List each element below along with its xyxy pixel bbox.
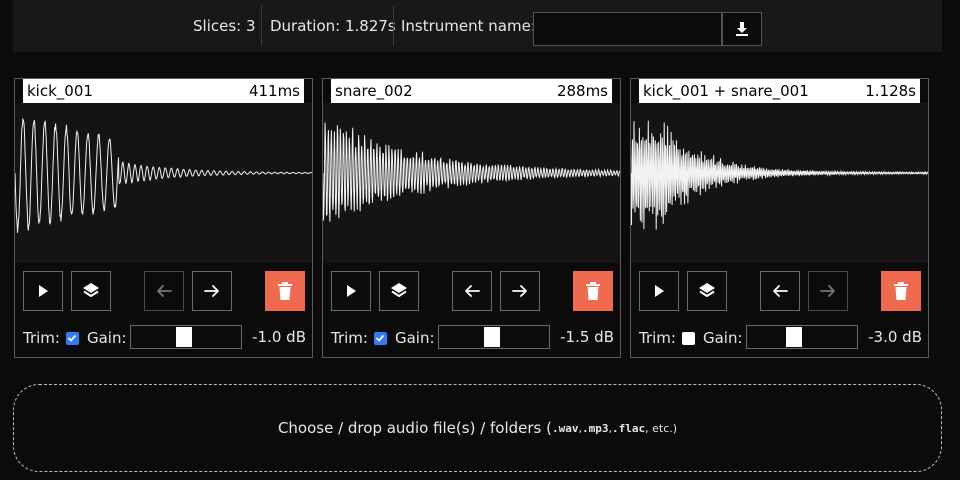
arrow-right-icon	[820, 285, 835, 297]
top-bar: Slices: 3 Duration: 1.827s Instrument na…	[13, 0, 942, 52]
waveform-display[interactable]	[323, 103, 620, 263]
total-duration: Duration: 1.827s	[270, 17, 396, 35]
slice-card: kick_001 + snare_001 1.128s Trim: Gain: …	[630, 78, 929, 358]
gain-slider[interactable]	[438, 325, 550, 349]
slice-name: kick_001 + snare_001	[643, 82, 809, 100]
drop-text-end: , etc.)	[645, 421, 678, 435]
slice-name: snare_002	[335, 82, 413, 100]
delete-button[interactable]	[881, 271, 921, 311]
ext-flac: .flac	[612, 421, 646, 435]
waveform-graphic	[15, 117, 312, 233]
download-button[interactable]	[722, 12, 762, 46]
slice-length: 411ms	[248, 82, 300, 100]
trim-label: Trim:	[23, 329, 60, 347]
arrow-left-icon	[773, 285, 788, 297]
ext-mp3: .mp3	[582, 421, 609, 435]
trim-checkbox[interactable]	[65, 331, 79, 345]
slice-name: kick_001	[27, 82, 93, 100]
arrow-left-icon	[465, 285, 480, 297]
layers-icon	[83, 283, 99, 297]
trim-checkbox[interactable]	[373, 331, 387, 345]
waveform-display[interactable]	[15, 103, 312, 263]
check-icon	[376, 334, 385, 342]
move-left-button[interactable]	[144, 271, 184, 311]
gain-value: -1.5 dB	[560, 328, 614, 346]
delete-button[interactable]	[265, 271, 305, 311]
slice-card: kick_001 411ms Trim: Gain: -1.0 dB	[14, 78, 313, 358]
move-right-button[interactable]	[808, 271, 848, 311]
waveform-display[interactable]	[631, 103, 928, 263]
play-button[interactable]	[23, 271, 63, 311]
slice-options: Trim: Gain: -3.0 dB	[639, 325, 922, 351]
slice-header: snare_002 288ms	[331, 79, 612, 103]
move-left-button[interactable]	[452, 271, 492, 311]
play-icon	[655, 285, 664, 297]
slice-length: 288ms	[556, 82, 608, 100]
gain-value: -3.0 dB	[868, 328, 922, 346]
trash-icon	[586, 282, 600, 300]
trim-checkbox[interactable]	[681, 331, 695, 345]
play-button[interactable]	[639, 271, 679, 311]
gain-slider[interactable]	[746, 325, 858, 349]
gain-slider-thumb[interactable]	[176, 327, 192, 347]
play-icon	[347, 285, 356, 297]
gain-label: Gain:	[394, 329, 435, 347]
layer-button[interactable]	[379, 271, 419, 311]
move-right-button[interactable]	[500, 271, 540, 311]
gain-slider-thumb[interactable]	[786, 327, 802, 347]
arrow-right-icon	[204, 285, 219, 297]
arrow-left-icon	[157, 285, 172, 297]
trash-icon	[278, 282, 292, 300]
instrument-name-label: Instrument name:	[401, 17, 536, 35]
drop-text: Choose / drop audio file(s) / folders (	[277, 419, 552, 437]
play-button[interactable]	[331, 271, 371, 311]
instrument-name-input[interactable]	[533, 12, 722, 46]
trim-label: Trim:	[639, 329, 676, 347]
slice-card: snare_002 288ms Trim: Gain: -1.5 dB	[322, 78, 621, 358]
waveform-graphic	[323, 122, 620, 222]
arrow-right-icon	[512, 285, 527, 297]
move-left-button[interactable]	[760, 271, 800, 311]
gain-label: Gain:	[702, 329, 743, 347]
play-icon	[39, 285, 48, 297]
trash-icon	[894, 282, 908, 300]
layer-button[interactable]	[71, 271, 111, 311]
gain-label: Gain:	[86, 329, 127, 347]
slice-header: kick_001 + snare_001 1.128s	[639, 79, 920, 103]
trim-label: Trim:	[331, 329, 368, 347]
slices-count: Slices: 3	[193, 17, 256, 35]
waveform-graphic	[631, 120, 928, 230]
slice-length: 1.128s	[865, 82, 916, 100]
gain-value: -1.0 dB	[252, 328, 306, 346]
divider	[393, 6, 394, 46]
slice-header: kick_001 411ms	[23, 79, 304, 103]
check-icon	[68, 334, 77, 342]
divider	[261, 6, 262, 46]
slice-options: Trim: Gain: -1.0 dB	[23, 325, 306, 351]
delete-button[interactable]	[573, 271, 613, 311]
layers-icon	[391, 283, 407, 297]
gain-slider[interactable]	[130, 325, 242, 349]
layer-button[interactable]	[687, 271, 727, 311]
ext-wav: .wav	[552, 421, 579, 435]
gain-slider-thumb[interactable]	[484, 327, 500, 347]
move-right-button[interactable]	[192, 271, 232, 311]
layers-icon	[699, 283, 715, 297]
slice-options: Trim: Gain: -1.5 dB	[331, 325, 614, 351]
download-icon	[736, 22, 748, 36]
file-drop-zone[interactable]: Choose / drop audio file(s) / folders (.…	[13, 384, 942, 472]
